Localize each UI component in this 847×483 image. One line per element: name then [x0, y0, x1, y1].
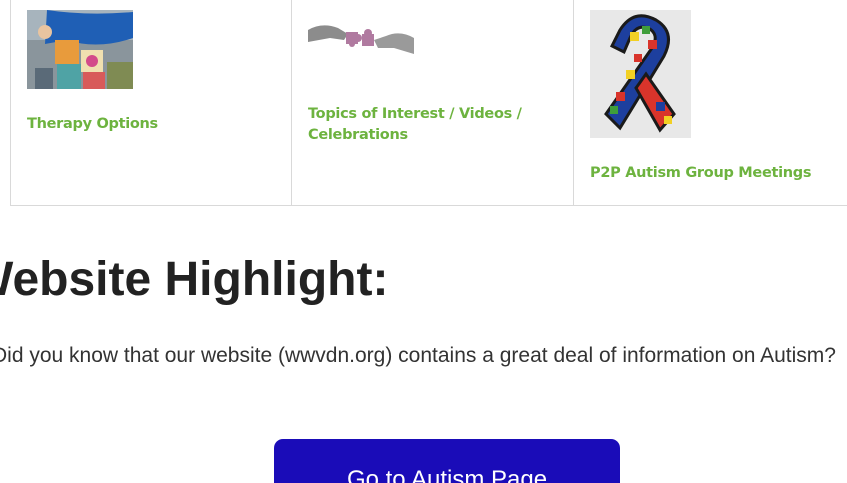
- go-to-autism-page-button[interactable]: Go to Autism Page: [274, 439, 620, 483]
- card-title-topics-of-interest[interactable]: Topics of Interest / Videos / Celebratio…: [308, 104, 558, 146]
- card-title-therapy-options[interactable]: Therapy Options: [27, 114, 158, 135]
- website-highlight-heading: Website Highlight:: [0, 253, 389, 306]
- card-p2p-autism-meetings[interactable]: P2P Autism Group Meetings: [574, 0, 847, 205]
- website-highlight-text: Did you know that our website (wwvdn.org…: [0, 344, 836, 367]
- autism-ribbon-icon[interactable]: [590, 10, 691, 138]
- therapy-photo-icon[interactable]: [27, 10, 133, 89]
- card-title-p2p-meetings[interactable]: P2P Autism Group Meetings: [590, 163, 812, 184]
- resource-cards-row: Therapy Options Topics of Interest / Vid…: [10, 0, 847, 206]
- card-topics-of-interest[interactable]: Topics of Interest / Videos / Celebratio…: [292, 0, 574, 205]
- card-therapy-options[interactable]: Therapy Options: [11, 0, 292, 205]
- puzzle-hands-photo-icon[interactable]: [308, 16, 414, 68]
